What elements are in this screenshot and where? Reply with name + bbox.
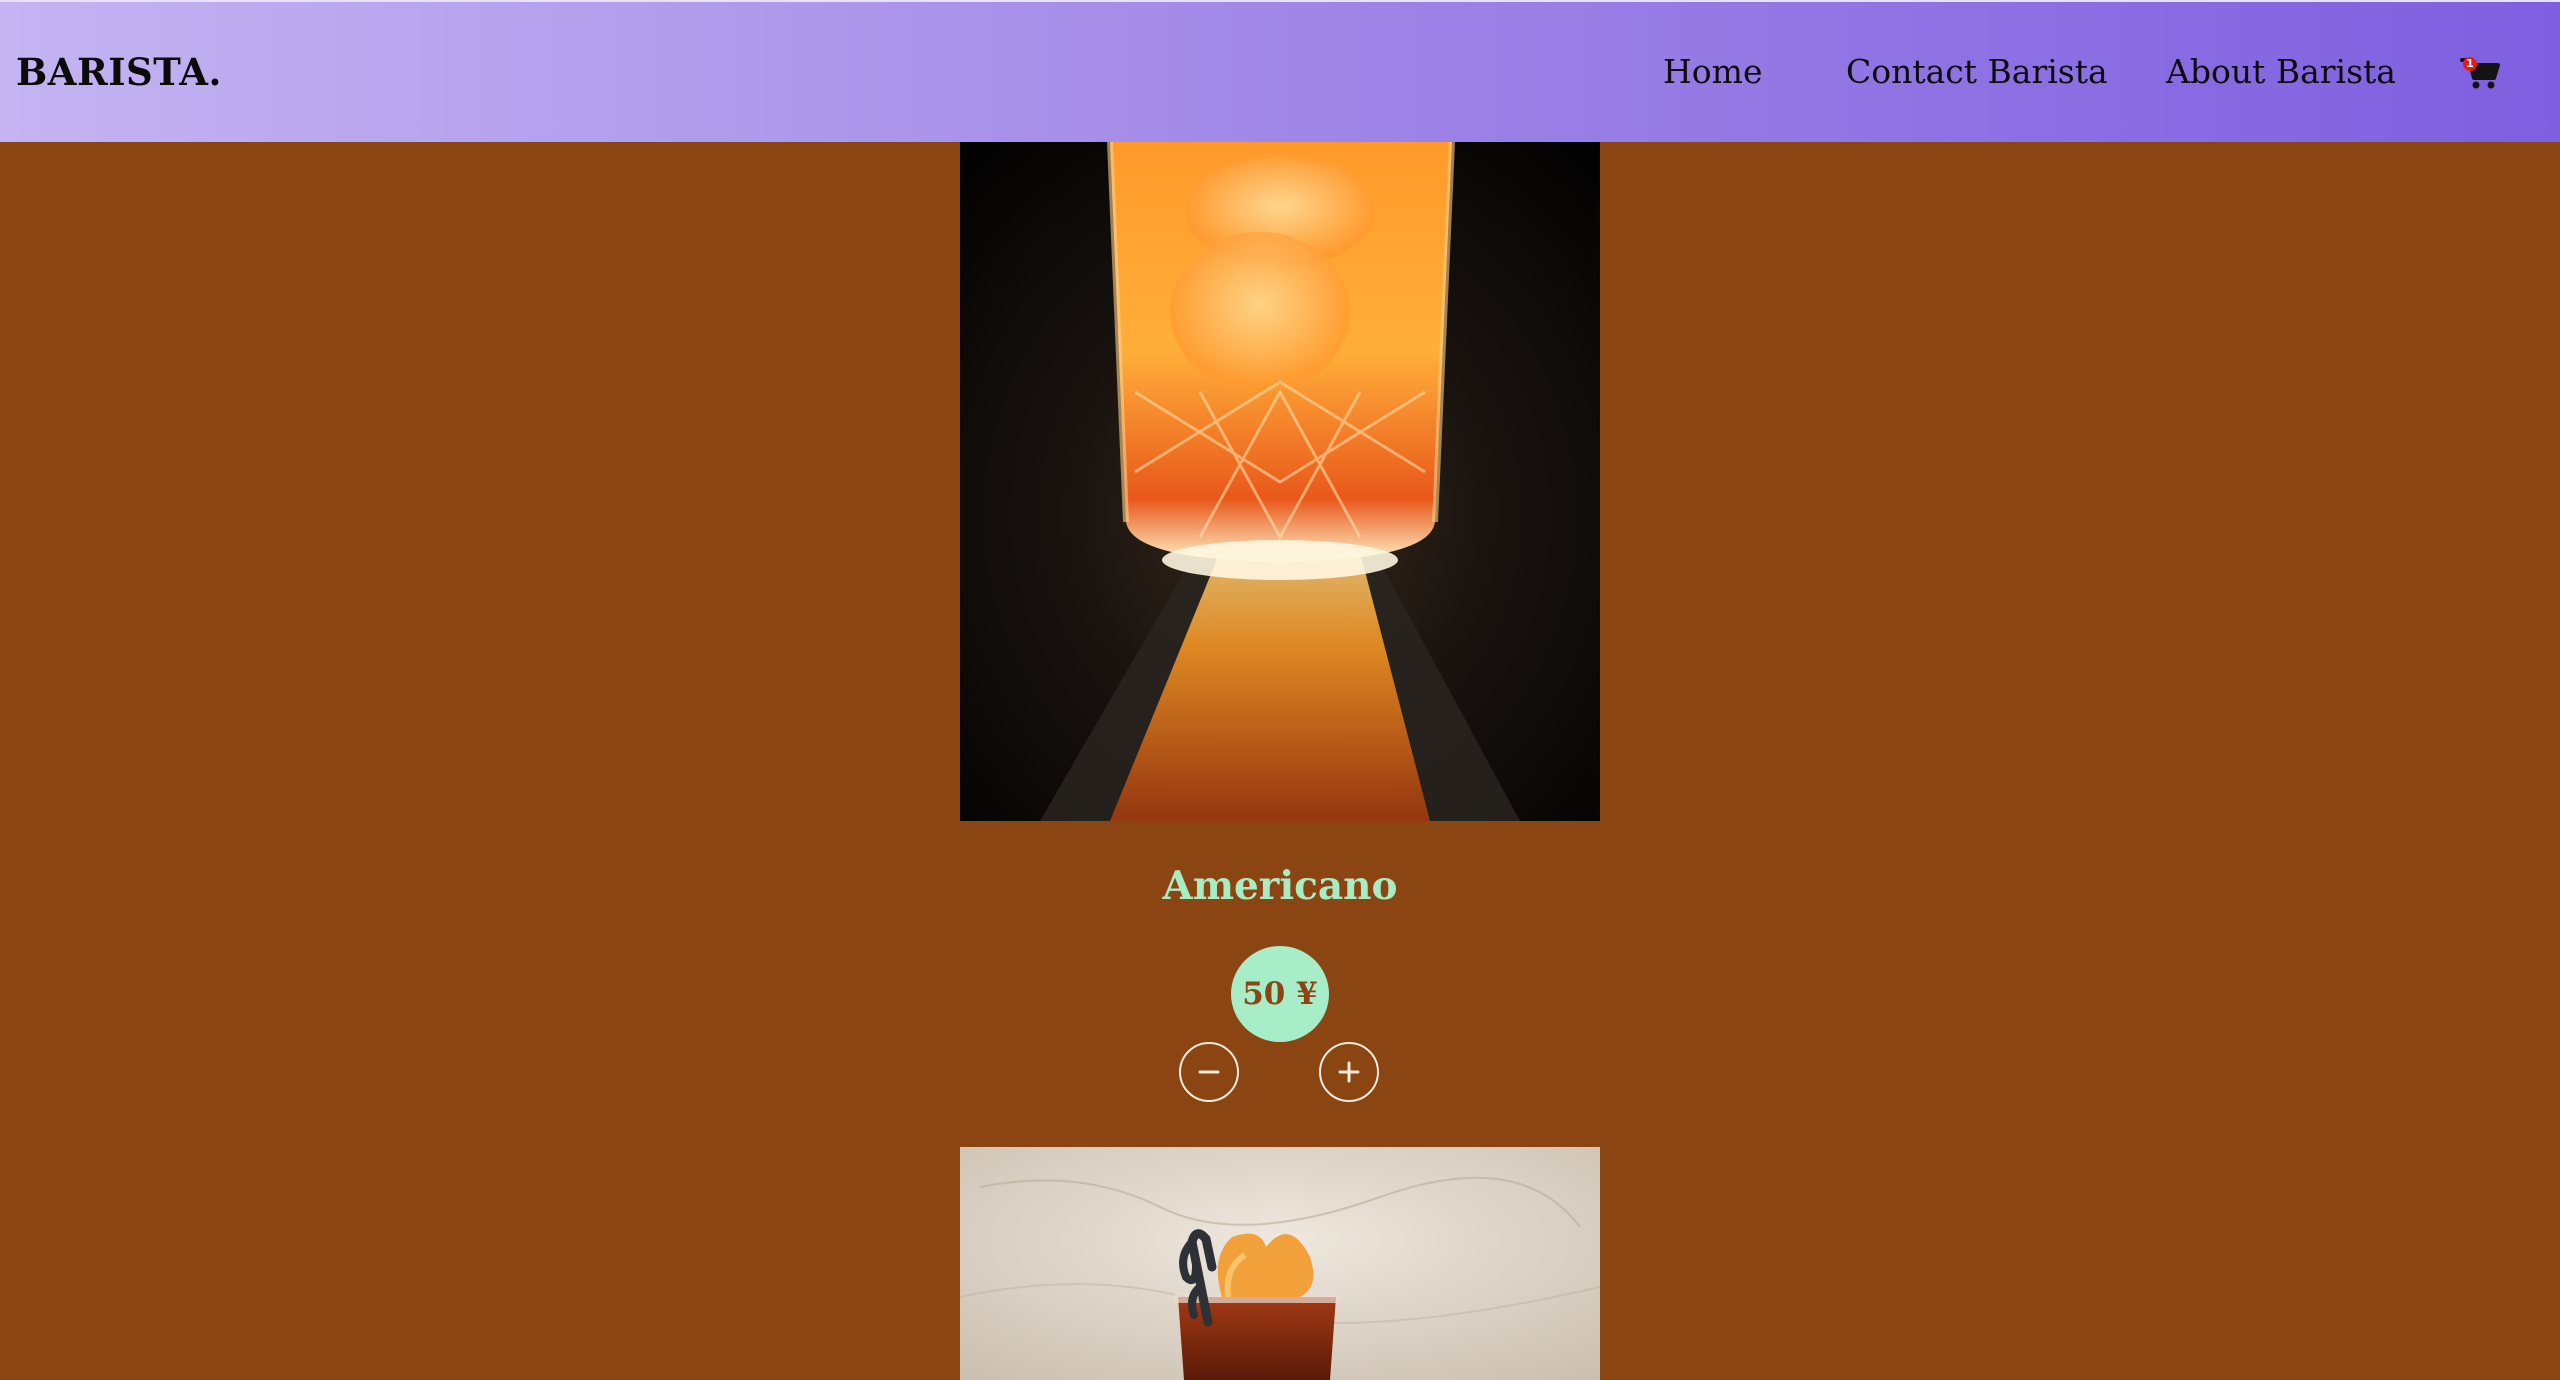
nav-link-about[interactable]: About Barista: [2166, 49, 2396, 95]
price-badge: 50 ¥: [1231, 946, 1329, 1042]
increase-quantity-button[interactable]: [1319, 1042, 1379, 1102]
nav-link-home[interactable]: Home: [1663, 49, 1762, 95]
top-navbar: BARISTA. Home Contact Barista About Bari…: [0, 0, 2560, 142]
brand-logo[interactable]: BARISTA.: [16, 49, 222, 95]
nav-link-contact[interactable]: Contact Barista: [1846, 49, 2108, 95]
product-photo-negroni-glass: [960, 142, 1600, 821]
product-photo-cocktail-straw: [960, 1147, 1600, 1380]
product-name: Americano: [1162, 863, 1398, 909]
plus-icon: [1338, 1061, 1360, 1083]
cart-count-badge: 1: [2463, 57, 2477, 71]
decrease-quantity-button[interactable]: [1179, 1042, 1239, 1102]
minus-icon: [1198, 1070, 1220, 1074]
cart-button[interactable]: 1: [2460, 54, 2500, 90]
